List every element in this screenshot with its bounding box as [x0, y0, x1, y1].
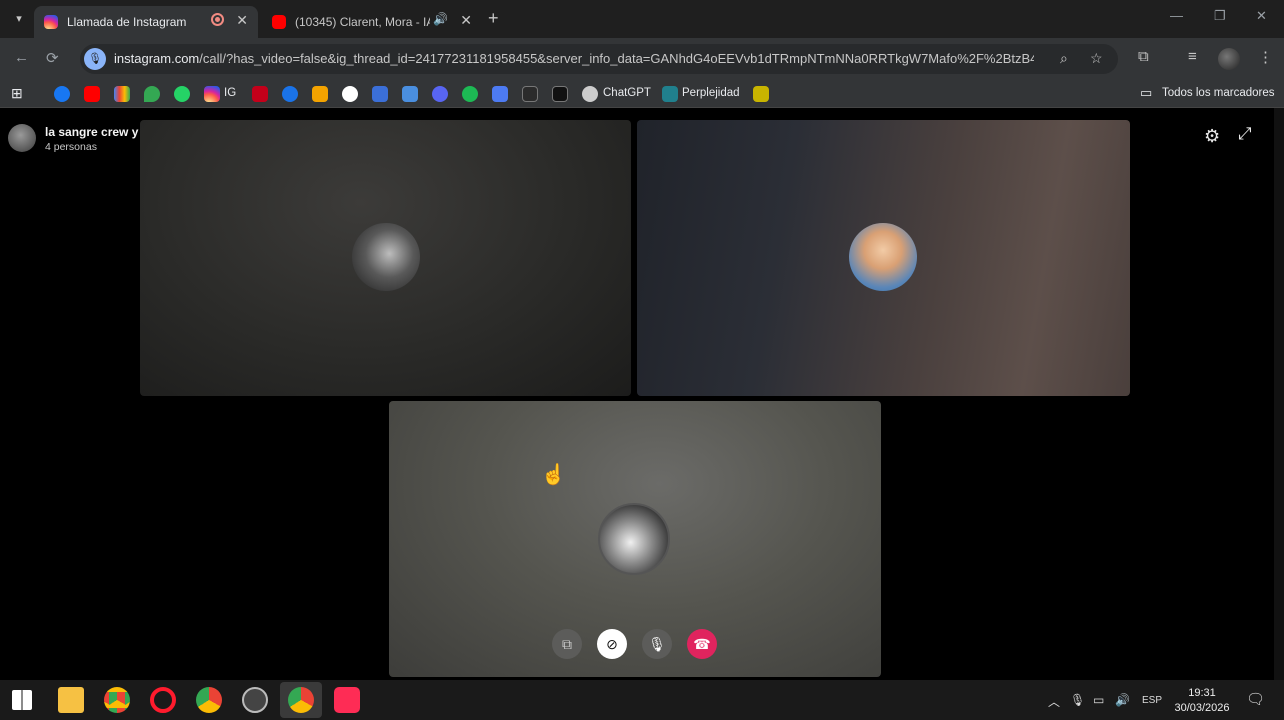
tab-search-icon[interactable]: ▾	[8, 8, 30, 30]
new-tab-button[interactable]: +	[488, 8, 499, 29]
clock-app-icon[interactable]	[242, 687, 268, 713]
clock-time: 19:31	[1188, 687, 1216, 699]
red-bookmark-icon[interactable]	[252, 86, 268, 102]
youtube-bookmark-icon[interactable]	[84, 86, 100, 102]
extensions-icon[interactable]: ⧉	[1138, 48, 1149, 65]
start-button[interactable]	[12, 690, 32, 710]
bookmark-chatgpt-label[interactable]: ChatGPT	[603, 87, 651, 99]
discord-icon[interactable]	[432, 86, 448, 102]
tray-microphone-icon[interactable]: 🎙	[1070, 693, 1085, 707]
tab-strip: ▾ Llamada de Instagram ✕ (10345) Clarent…	[0, 0, 1284, 38]
notifications-icon[interactable]: 🗨	[1246, 690, 1265, 708]
chatgpt-icon[interactable]	[582, 86, 598, 102]
volume-icon[interactable]: 🔊	[1115, 693, 1130, 707]
play-icon[interactable]	[282, 86, 298, 102]
chrome-active-icon[interactable]	[288, 687, 314, 713]
chrome-profile-icon[interactable]	[196, 687, 222, 713]
back-button[interactable]: ←	[14, 49, 29, 66]
bookmark-perplexity-label[interactable]: Perplejidad	[682, 87, 740, 99]
opera-icon[interactable]	[150, 687, 176, 713]
tiktok-icon[interactable]	[552, 86, 568, 102]
youtube-icon	[272, 15, 286, 29]
instagram-icon	[44, 15, 58, 29]
scrollbar[interactable]	[1274, 108, 1284, 680]
menu-icon[interactable]: ⋮	[1258, 48, 1273, 66]
file-explorer-icon[interactable]	[58, 687, 84, 713]
tab-title: (10345) Clarent, Mora - IA (	[295, 15, 430, 29]
member-count: 4 personas	[45, 141, 97, 153]
maximize-button[interactable]: ❐	[1214, 8, 1226, 24]
group-avatar	[8, 124, 36, 152]
microphone-icon[interactable]: 🎙	[84, 48, 106, 70]
windows-taskbar: ︿ 🎙 ▭ 🔊 ESP 19:31 30/03/2026 🗨	[0, 680, 1284, 720]
chrome-icon[interactable]	[104, 687, 130, 713]
settings-gear-icon[interactable]: ⚙	[1204, 126, 1220, 147]
bookmark-tool-icon[interactable]	[402, 86, 418, 102]
audio-playing-icon[interactable]: 🔊	[433, 12, 448, 26]
close-tab-icon[interactable]: ✕	[236, 12, 248, 29]
bookmark-app-icon[interactable]	[492, 86, 508, 102]
end-call-button[interactable]: ☎	[687, 629, 717, 659]
self-tile: ☝ ⧉ ⊘ 🎙 ☎	[389, 401, 881, 677]
gmail-icon[interactable]	[114, 86, 130, 102]
participant-avatar	[352, 223, 420, 291]
minimize-button[interactable]: —	[1170, 8, 1183, 23]
taskbar-clock[interactable]: 19:31 30/03/2026	[1172, 686, 1232, 716]
clock-date: 30/03/2026	[1174, 702, 1230, 714]
bookmark-yellow-icon[interactable]	[753, 86, 769, 102]
bookmark-icon[interactable]	[312, 86, 328, 102]
bookmark-ig-label[interactable]: IG	[224, 87, 236, 99]
participant-tile	[637, 120, 1130, 396]
tiktok-taskbar-icon[interactable]	[334, 687, 360, 713]
google-icon[interactable]	[342, 86, 358, 102]
show-hidden-icons[interactable]: ︿	[1048, 693, 1060, 710]
browser-toolbar: ← ⟳ 🎙 instagram.com/call/?has_video=fals…	[0, 38, 1284, 80]
address-bar[interactable]: 🎙 instagram.com/call/?has_video=false&ig…	[80, 44, 1118, 74]
instagram-bookmark-icon[interactable]	[204, 86, 220, 102]
microphone-button[interactable]: 🎙	[642, 629, 672, 659]
tab-instagram-call[interactable]: Llamada de Instagram ✕	[34, 6, 258, 38]
tv-icon[interactable]	[522, 86, 538, 102]
participant-avatar	[849, 223, 917, 291]
zoom-icon[interactable]: ⌕	[1060, 50, 1068, 67]
close-tab-icon[interactable]: ✕	[460, 12, 472, 29]
recording-indicator-icon	[211, 13, 224, 26]
perplexity-icon[interactable]	[662, 86, 678, 102]
hand-cursor-icon: ☝	[541, 464, 566, 486]
tab-title: Llamada de Instagram	[67, 15, 187, 29]
tab-youtube[interactable]: (10345) Clarent, Mora - IA ( 🔊 ✕	[262, 6, 482, 38]
media-controls-icon[interactable]: ≡	[1188, 48, 1197, 65]
language-indicator[interactable]: ESP	[1142, 695, 1162, 706]
spotify-icon[interactable]	[462, 86, 478, 102]
fullscreen-icon[interactable]: ⤢	[1238, 124, 1252, 144]
facebook-icon[interactable]	[54, 86, 70, 102]
profile-avatar[interactable]	[1218, 48, 1240, 70]
maps-icon[interactable]	[144, 86, 160, 102]
apps-icon[interactable]: ⊞	[11, 85, 23, 102]
participant-avatar	[598, 503, 670, 575]
reload-button[interactable]: ⟳	[46, 49, 59, 67]
participant-tile	[140, 120, 631, 396]
close-window-button[interactable]: ✕	[1256, 8, 1267, 24]
bookmark-star-icon[interactable]: ☆	[1090, 50, 1103, 67]
network-icon[interactable]: ▭	[1093, 693, 1104, 707]
bookmarks-bar: ⊞ IG ChatGPT Perplejidad ▭ Todos los mar…	[0, 80, 1284, 108]
share-screen-button[interactable]: ⧉	[552, 629, 582, 659]
folder-icon: ▭	[1140, 85, 1153, 100]
bookmark-blue-icon[interactable]	[372, 86, 388, 102]
all-bookmarks-label[interactable]: Todos los marcadores	[1162, 87, 1275, 99]
url-text[interactable]: instagram.com/call/?has_video=false&ig_t…	[114, 51, 1034, 66]
camera-off-button[interactable]: ⊘	[597, 629, 627, 659]
call-view: la sangre crew y bruno 4 personas ☝ ⧉ ⊘ …	[0, 108, 1284, 680]
whatsapp-icon[interactable]	[174, 86, 190, 102]
